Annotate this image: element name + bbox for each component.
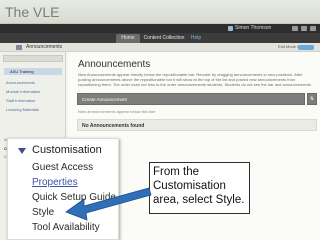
page-title: Announcements bbox=[78, 59, 151, 70]
course-title[interactable]: ASU Training bbox=[10, 69, 34, 74]
user-name[interactable]: Simon Thomson bbox=[235, 25, 271, 31]
empty-state: No Announcements found bbox=[77, 119, 317, 131]
create-announcement-label: Create Announcement bbox=[82, 97, 127, 102]
page-description: New Announcements appear directly below … bbox=[78, 72, 311, 92]
menu-link-learning-materials[interactable]: Learning Materials bbox=[6, 107, 39, 112]
edit-mode-toggle[interactable] bbox=[298, 45, 314, 50]
menu-item-quick-setup-guide[interactable]: Quick Setup Guide bbox=[32, 192, 116, 203]
breadcrumb-current[interactable]: Announcements bbox=[26, 44, 62, 50]
tab-content-collection[interactable]: Content Collection bbox=[142, 34, 186, 43]
logout-icon[interactable] bbox=[301, 26, 307, 31]
menu-item-style[interactable]: Style bbox=[32, 207, 54, 218]
top-bar: Simon Thomson bbox=[0, 24, 320, 33]
callout-text: From the Customisation area, select Styl… bbox=[153, 166, 245, 206]
customisation-heading[interactable]: Customisation bbox=[32, 144, 102, 156]
menu-item-tool-availability[interactable]: Tool Availability bbox=[32, 222, 100, 233]
edit-mode-label: Edit Mode is bbox=[278, 44, 301, 49]
menu-toggle-icon[interactable] bbox=[16, 45, 22, 50]
sort-button[interactable]: ⇅ bbox=[307, 93, 317, 105]
instruction-callout: From the Customisation area, select Styl… bbox=[149, 162, 250, 214]
tab-home[interactable]: Home bbox=[116, 34, 140, 43]
menu-item-properties[interactable]: Properties bbox=[32, 177, 78, 188]
menu-tools[interactable] bbox=[3, 55, 63, 62]
empty-state-text: No Announcements found bbox=[82, 123, 145, 129]
power-icon[interactable] bbox=[310, 26, 316, 31]
tools-icon[interactable] bbox=[292, 26, 298, 31]
slide-title: The VLE bbox=[0, 0, 320, 24]
tabs-bar: Home Content Collection Help bbox=[0, 33, 320, 43]
collapse-arrow-icon[interactable] bbox=[18, 148, 26, 154]
tab-help[interactable]: Help bbox=[187, 34, 205, 43]
menu-item-guest-access[interactable]: Guest Access bbox=[32, 162, 93, 173]
customisation-menu: Customisation Guest Access Properties Qu… bbox=[7, 138, 119, 240]
breadcrumb: Announcements Edit Mode is bbox=[0, 43, 320, 52]
menu-link-module-information[interactable]: Module Information bbox=[6, 89, 40, 94]
create-announcement-button[interactable]: Create Announcement bbox=[77, 93, 305, 105]
repositionable-bar-text: New announcements appear below this line bbox=[78, 109, 156, 114]
user-icon bbox=[228, 26, 233, 31]
menu-link-staff-information[interactable]: Staff Information bbox=[6, 98, 35, 103]
menu-link-announcements[interactable]: Announcements bbox=[6, 80, 35, 85]
